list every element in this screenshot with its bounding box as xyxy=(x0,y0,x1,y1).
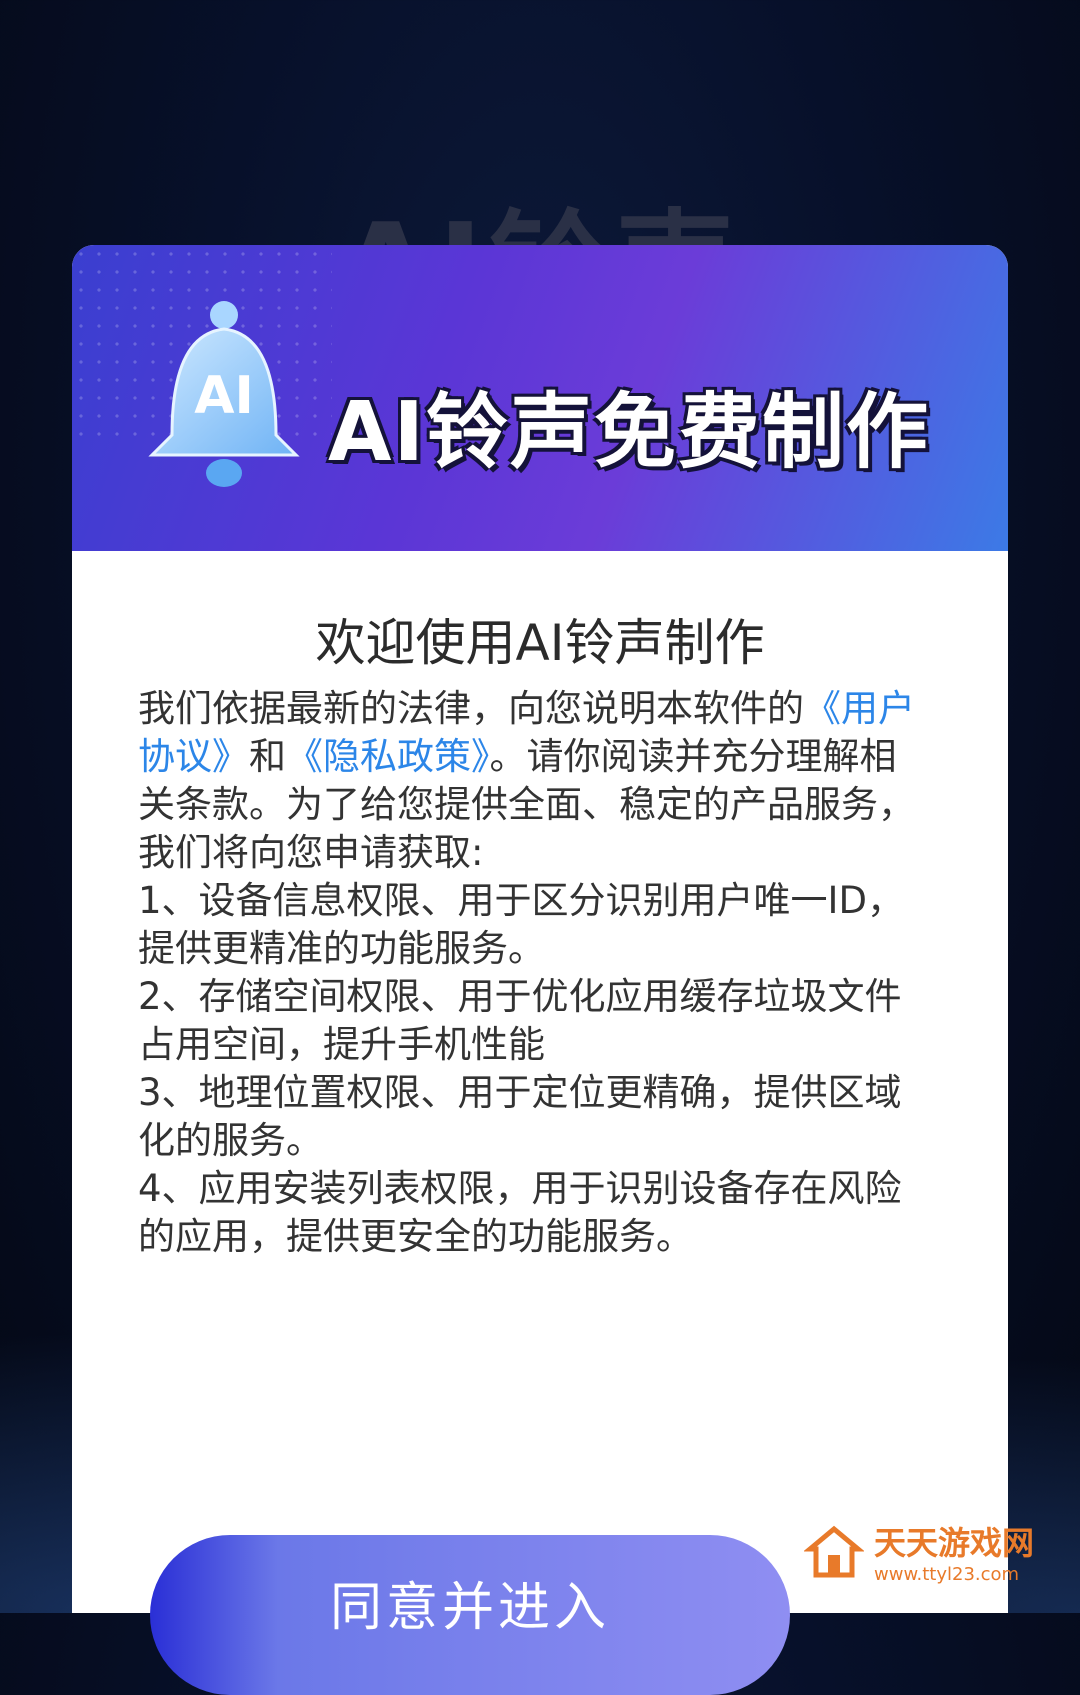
privacy-dialog: AI AI铃声免费制作 欢迎使用AI铃声制作 我们依据最新的法律，向您说明本软件… xyxy=(72,245,1008,1613)
privacy-policy-link[interactable]: 《隐私政策》 xyxy=(286,735,490,778)
banner-title: AI铃声免费制作 xyxy=(328,385,930,480)
permission-item: 2、存储空间权限、用于优化应用缓存垃圾文件占用空间，提升手机性能 xyxy=(138,975,902,1066)
watermark-url: www.ttyl23.com xyxy=(874,1563,1020,1585)
watermark-house-icon xyxy=(804,1525,864,1578)
agree-and-enter-button[interactable]: 同意并进入 xyxy=(150,1535,790,1695)
agree-button-label: 同意并进入 xyxy=(329,1578,610,1638)
dialog-body: 我们依据最新的法律，向您说明本软件的《用户协议》和《隐私政策》。请你阅读并充分理… xyxy=(138,685,928,1261)
intro-text-and: 和 xyxy=(249,735,286,778)
intro-paragraph: 我们依据最新的法律，向您说明本软件的《用户协议》和《隐私政策》。请你阅读并充分理… xyxy=(138,685,928,877)
dialog-banner: AI AI铃声免费制作 xyxy=(72,245,1008,551)
agree-button-container: 同意并进入 xyxy=(150,1535,790,1695)
dialog-heading: 欢迎使用AI铃声制作 xyxy=(315,614,765,672)
watermark: 天天游戏网 www.ttyl23.com xyxy=(804,1511,1044,1591)
permission-item: 4、应用安装列表权限，用于识别设备存在风险的应用，提供更安全的功能服务。 xyxy=(138,1167,902,1258)
bell-icon-label: AI xyxy=(194,366,254,426)
bell-icon: AI xyxy=(148,301,300,487)
permission-item: 1、设备信息权限、用于区分识别用户唯一ID，提供更精准的功能服务。 xyxy=(138,879,904,970)
permission-item: 3、地理位置权限、用于定位更精确，提供区域化的服务。 xyxy=(138,1071,902,1162)
intro-text-before: 我们依据最新的法律，向您说明本软件的 xyxy=(138,687,804,730)
watermark-name: 天天游戏网 xyxy=(874,1523,1035,1562)
